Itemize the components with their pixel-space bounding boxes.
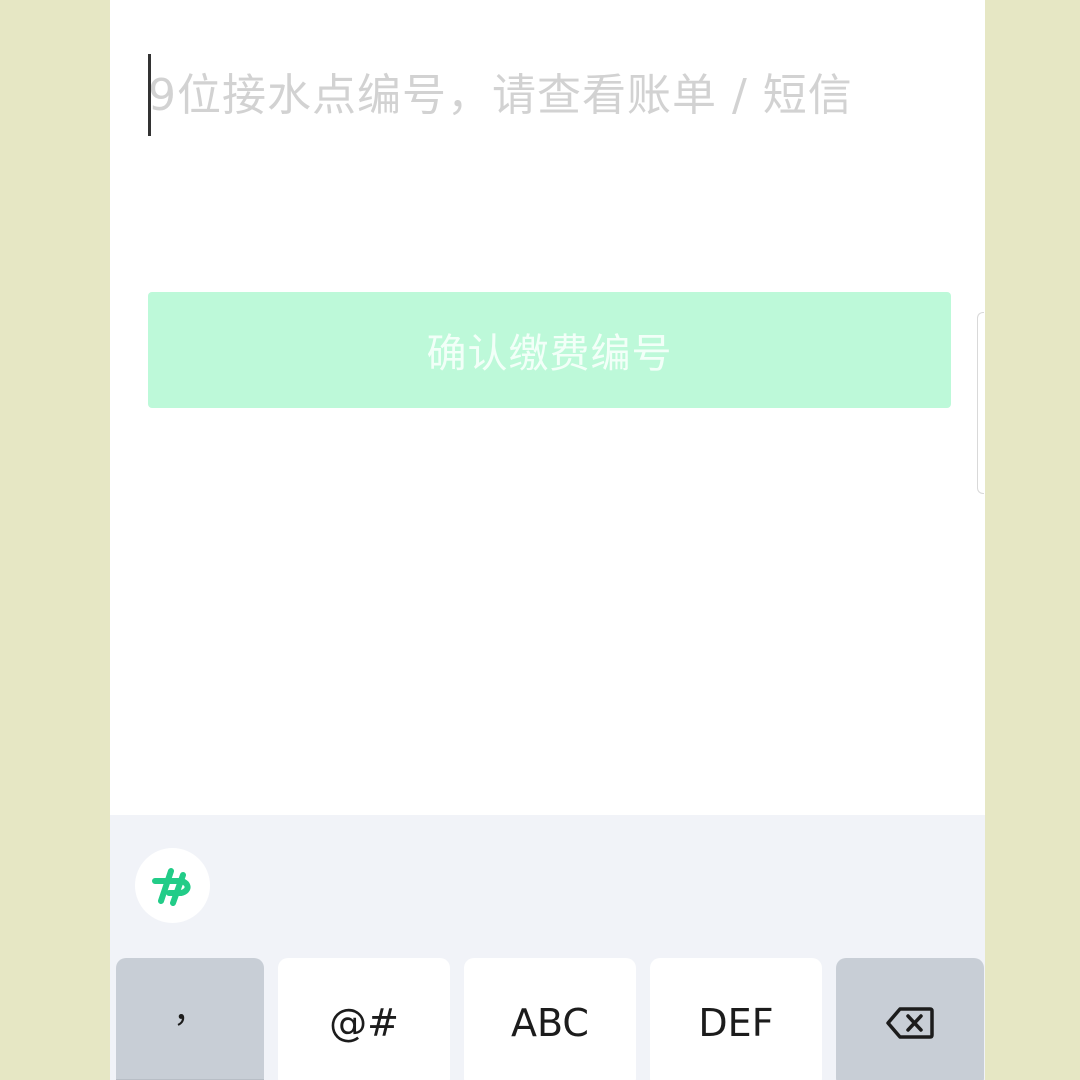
- phone-screen: 9位接水点编号，请查看账单 / 短信 确认缴费编号 ， @# ABC DEF: [110, 0, 985, 1080]
- symbols-key[interactable]: @#: [278, 958, 450, 1080]
- comma-key[interactable]: ，: [116, 958, 264, 1080]
- text-cursor: [148, 54, 151, 136]
- screen-side-edge: [977, 312, 984, 494]
- delete-key[interactable]: [836, 958, 984, 1080]
- input-placeholder: 9位接水点编号，请查看账单 / 短信: [148, 70, 853, 121]
- keyboard-app-logo-icon[interactable]: [135, 848, 210, 923]
- keyboard: ， @# ABC DEF: [110, 815, 985, 1080]
- def-key[interactable]: DEF: [650, 958, 822, 1080]
- account-number-input[interactable]: 9位接水点编号，请查看账单 / 短信: [148, 54, 948, 138]
- comma-key-label: ，: [173, 990, 207, 1031]
- confirm-payment-number-button[interactable]: 确认缴费编号: [148, 292, 951, 408]
- backspace-icon: [886, 1007, 934, 1039]
- abc-key[interactable]: ABC: [464, 958, 636, 1080]
